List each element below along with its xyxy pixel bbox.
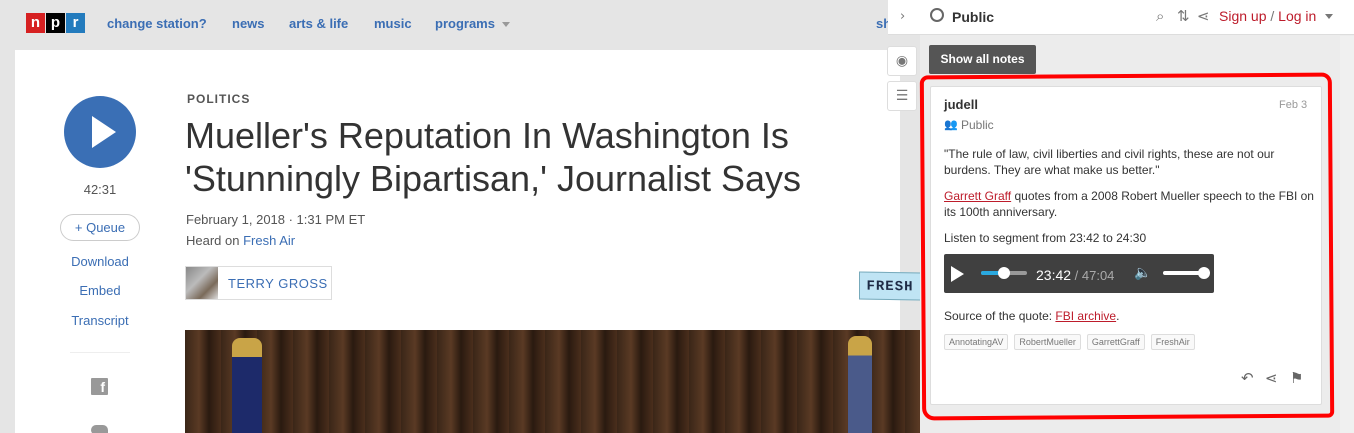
chevron-down-icon bbox=[501, 22, 510, 28]
tag-annotatingav[interactable]: AnnotatingAV bbox=[944, 334, 1009, 350]
nav-music[interactable]: music bbox=[374, 16, 412, 31]
chevron-right-icon[interactable]: › bbox=[900, 9, 905, 24]
flag-left bbox=[232, 338, 262, 433]
embed-link[interactable]: Embed bbox=[56, 283, 144, 298]
audio-total-time: / 47:04 bbox=[1071, 268, 1115, 283]
article-headline: Mueller's Reputation In Washington Is 'S… bbox=[185, 115, 802, 199]
nav-programs-label: programs bbox=[435, 16, 495, 31]
transcript-link[interactable]: Transcript bbox=[56, 313, 144, 328]
fresh-air-logo[interactable]: FRESH bbox=[859, 271, 921, 301]
author-name: TERRY GROSS bbox=[228, 275, 328, 291]
auth-links: Sign up / Log in bbox=[1219, 8, 1316, 24]
sort-icon[interactable]: ⇅ bbox=[1177, 7, 1190, 25]
show-all-notes-button[interactable]: Show all notes bbox=[929, 45, 1036, 74]
reply-icon[interactable]: ↶ bbox=[1241, 369, 1254, 387]
nav-change-station[interactable]: change station? bbox=[107, 16, 207, 31]
facebook-icon[interactable]: f bbox=[91, 378, 108, 395]
auth-separator: / bbox=[1266, 8, 1279, 24]
download-link[interactable]: Download bbox=[56, 254, 144, 269]
segment-text: Listen to segment from 23:42 to 24:30 bbox=[944, 231, 1147, 245]
signup-link[interactable]: Sign up bbox=[1219, 8, 1266, 24]
share-icon[interactable]: ⋖ bbox=[1197, 7, 1210, 25]
fbi-archive-link[interactable]: FBI archive bbox=[1055, 309, 1116, 323]
tag-list: AnnotatingAV RobertMueller GarrettGraff … bbox=[944, 334, 1195, 350]
hero-image bbox=[185, 330, 920, 433]
show-link[interactable]: Fresh Air bbox=[243, 233, 295, 248]
annotation-scope: Public bbox=[961, 118, 994, 132]
group-selector[interactable]: Public bbox=[952, 9, 994, 25]
audio-play-icon[interactable] bbox=[951, 266, 964, 282]
chevron-down-icon[interactable] bbox=[1325, 14, 1333, 19]
annotation-body: Garrett Graff quotes from a 2008 Robert … bbox=[944, 188, 1314, 220]
heard-on-prefix: Heard on bbox=[186, 233, 244, 248]
flag-icon[interactable]: ⚑ bbox=[1290, 369, 1303, 387]
tag-freshair[interactable]: FreshAir bbox=[1150, 334, 1195, 350]
npr-logo-r: r bbox=[66, 13, 85, 33]
globe-icon bbox=[930, 8, 944, 22]
group-icon: 👥 bbox=[944, 118, 958, 131]
byline[interactable]: TERRY GROSS bbox=[185, 266, 332, 300]
npr-logo[interactable]: n p r bbox=[26, 13, 86, 33]
audio-current-time: 23:42 bbox=[1036, 267, 1072, 283]
source-prefix: Source of the quote: bbox=[944, 309, 1056, 323]
search-icon[interactable]: ⌕ bbox=[1156, 7, 1164, 25]
source-line: Source of the quote: FBI archive. bbox=[944, 308, 1314, 324]
audio-time: 23:42 / 47:04 bbox=[1036, 267, 1114, 283]
nav-news[interactable]: news bbox=[232, 16, 265, 31]
audio-seek-handle[interactable] bbox=[998, 267, 1010, 279]
screen: n p r change station? news arts & life m… bbox=[0, 0, 1354, 433]
npr-logo-n: n bbox=[26, 13, 45, 33]
volume-handle[interactable] bbox=[1198, 267, 1210, 279]
npr-nav-bar: n p r change station? news arts & life m… bbox=[0, 0, 900, 50]
article-date: February 1, 2018 · 1:31 PM ET bbox=[186, 212, 366, 227]
twitter-icon[interactable] bbox=[91, 425, 108, 433]
rail-divider bbox=[70, 352, 130, 353]
section-label[interactable]: POLITICS bbox=[187, 92, 250, 106]
annotation-date[interactable]: Feb 3 bbox=[1279, 99, 1307, 111]
tag-robertmueller[interactable]: RobertMueller bbox=[1014, 334, 1081, 350]
play-button[interactable] bbox=[64, 96, 136, 168]
volume-icon[interactable]: 🔈 bbox=[1134, 265, 1151, 281]
volume-track[interactable] bbox=[1163, 271, 1203, 275]
author-avatar bbox=[186, 267, 218, 299]
sidebar-scrollbar[interactable] bbox=[1340, 36, 1354, 433]
heard-on: Heard on Fresh Air bbox=[186, 233, 295, 248]
flag-right bbox=[848, 336, 872, 433]
npr-logo-p: p bbox=[46, 13, 65, 33]
eye-icon[interactable]: ◉ bbox=[887, 46, 917, 76]
queue-button[interactable]: + Queue bbox=[60, 214, 140, 241]
nav-programs[interactable]: programs bbox=[435, 16, 510, 31]
annotation-quote: "The rule of law, civil liberties and ci… bbox=[944, 147, 1275, 177]
annotation-username[interactable]: judell bbox=[944, 97, 978, 112]
garrett-graff-link[interactable]: Garrett Graff bbox=[944, 189, 1011, 203]
nav-arts-life[interactable]: arts & life bbox=[289, 16, 348, 31]
audio-duration: 42:31 bbox=[83, 182, 117, 197]
notes-icon[interactable]: ☰ bbox=[887, 81, 917, 111]
share-icon[interactable]: ⋖ bbox=[1265, 369, 1278, 387]
login-link[interactable]: Log in bbox=[1278, 8, 1316, 24]
tag-garrettgraff[interactable]: GarrettGraff bbox=[1086, 334, 1145, 350]
source-suffix: . bbox=[1116, 309, 1120, 323]
